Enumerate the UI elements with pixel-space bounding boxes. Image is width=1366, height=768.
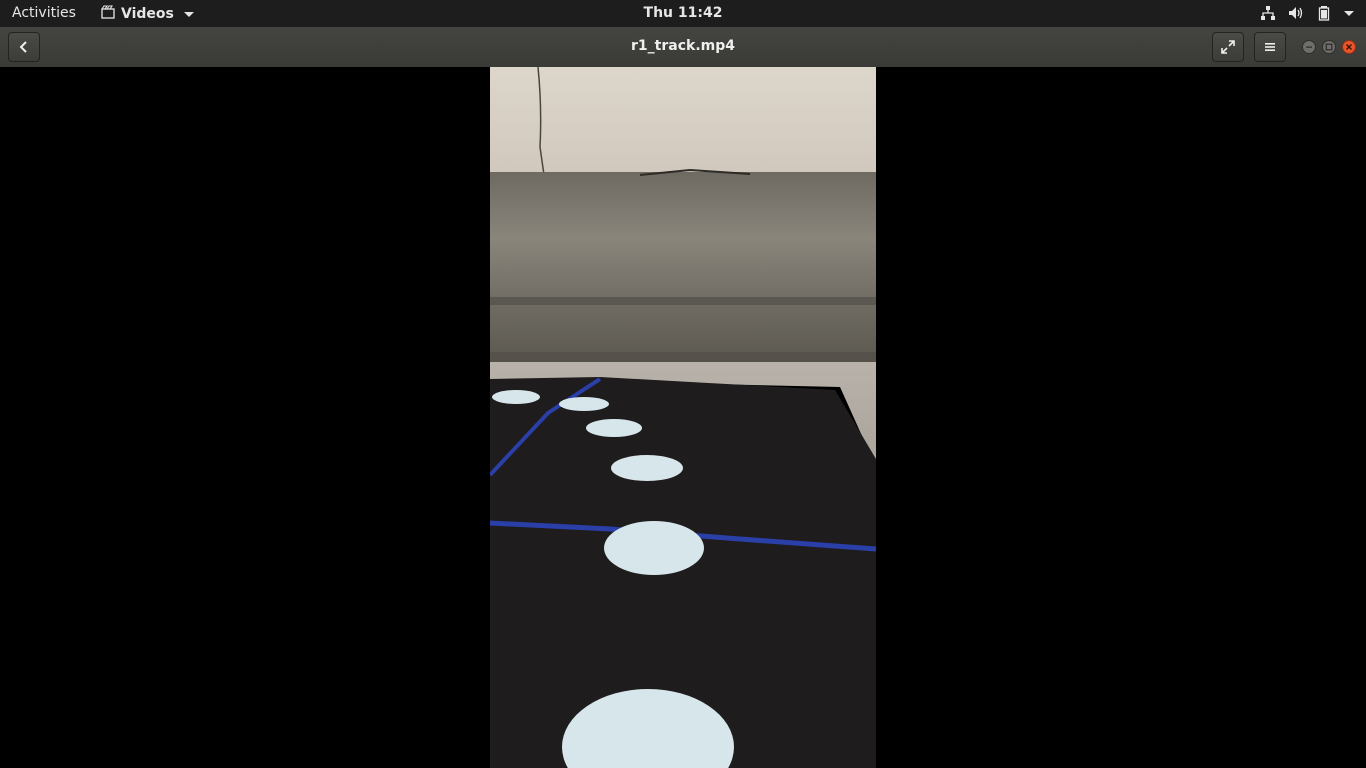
hamburger-menu-icon [1265, 43, 1275, 51]
activities-button[interactable]: Activities [12, 5, 76, 21]
app-name-label: Videos [121, 6, 174, 22]
back-icon [19, 41, 27, 53]
menu-button[interactable] [1254, 32, 1286, 62]
window-title: r1_track.mp4 [631, 38, 735, 54]
battery-icon[interactable] [1316, 5, 1332, 21]
video-frame[interactable] [490, 67, 876, 768]
fullscreen-icon [1221, 40, 1235, 54]
volume-icon[interactable] [1288, 5, 1304, 21]
activities-label: Activities [12, 5, 76, 21]
system-menu-arrow-icon[interactable] [1344, 10, 1354, 16]
video-frame-image [490, 67, 876, 768]
fullscreen-button[interactable] [1212, 32, 1244, 62]
video-stage[interactable] [0, 67, 1366, 768]
top-panel: Activities Videos Thu 11:42 [0, 0, 1366, 27]
network-icon[interactable] [1260, 5, 1276, 21]
chevron-down-icon [183, 11, 194, 17]
system-tray[interactable] [1260, 5, 1354, 21]
app-menu-button[interactable]: Videos [101, 5, 194, 23]
maximize-icon [1325, 43, 1333, 51]
videos-app-icon [101, 5, 115, 23]
header-bar: r1_track.mp4 [0, 27, 1366, 68]
maximize-button[interactable] [1322, 40, 1336, 54]
clock[interactable]: Thu 11:42 [644, 5, 723, 21]
minimize-icon [1306, 46, 1312, 48]
close-icon [1346, 44, 1352, 50]
minimize-button[interactable] [1302, 40, 1316, 54]
close-button[interactable] [1342, 40, 1356, 54]
back-button[interactable] [8, 32, 40, 62]
